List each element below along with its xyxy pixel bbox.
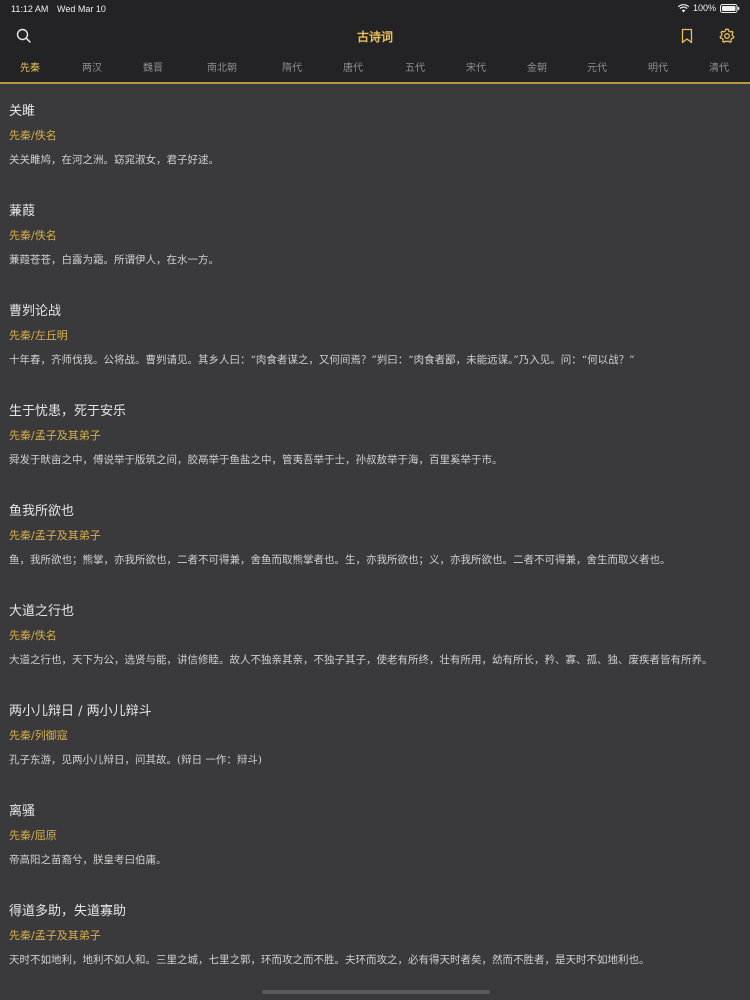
poem-item[interactable]: 关雎 先秦/佚名 关关雎鸠，在河之洲。窈窕淑女，君子好逑。 [0, 84, 750, 184]
poem-excerpt: 鱼，我所欲也；熊掌，亦我所欲也，二者不可得兼，舍鱼而取熊掌者也。生，亦我所欲也；… [9, 554, 671, 566]
poem-item[interactable]: 得道多助，失道寡助 先秦/孟子及其弟子 天时不如地利，地利不如人和。三里之城，七… [0, 884, 750, 984]
poem-title: 关雎 [9, 104, 36, 119]
battery-icon [720, 3, 740, 13]
tab-nanbeichao[interactable]: 南北朝 [207, 56, 237, 82]
tab-weijin[interactable]: 魏晋 [143, 56, 163, 82]
poem-excerpt: 孔子东游，见两小儿辩日，问其故。(辩日 一作：辩斗) [9, 754, 263, 766]
poem-item[interactable]: 蒹葭 先秦/佚名 蒹葭苍苍，白露为霜。所谓伊人，在水一方。 [0, 184, 750, 284]
poem-author: 先秦/佚名 [9, 229, 57, 242]
poem-author: 先秦/孟子及其弟子 [9, 529, 101, 542]
tab-jinchao[interactable]: 金朝 [527, 56, 547, 82]
poem-author: 先秦/孟子及其弟子 [9, 429, 101, 442]
poem-title: 曹刿论战 [9, 304, 62, 319]
tab-xianqin[interactable]: 先秦 [20, 56, 40, 82]
poem-title: 生于忧患，死于安乐 [9, 404, 127, 419]
poem-title: 得道多助，失道寡助 [9, 904, 127, 919]
poem-author: 先秦/佚名 [9, 629, 57, 642]
poem-item[interactable]: 曹刿论战 先秦/左丘明 十年春，齐师伐我。公将战。曹刿请见。其乡人曰：“肉食者谋… [0, 284, 750, 384]
poem-item[interactable]: 离骚 先秦/屈原 帝高阳之苗裔兮，朕皇考曰伯庸。 [0, 784, 750, 884]
wifi-icon [677, 3, 689, 13]
tab-songdai[interactable]: 宋代 [466, 56, 486, 82]
header-area: 11:12 AM Wed Mar 10 100% 古诗词 先秦 两汉 魏晋 南北… [0, 0, 750, 84]
gear-icon[interactable] [718, 27, 736, 45]
poem-excerpt: 舜发于畎亩之中，傅说举于版筑之间，胶鬲举于鱼盐之中，管夷吾举于士，孙叔敖举于海，… [9, 454, 503, 466]
tab-suidai[interactable]: 隋代 [282, 56, 302, 82]
status-right: 100% [677, 3, 740, 13]
poem-author: 先秦/佚名 [9, 129, 57, 142]
poem-item[interactable]: 鱼我所欲也 先秦/孟子及其弟子 鱼，我所欲也；熊掌，亦我所欲也，二者不可得兼，舍… [0, 484, 750, 584]
poem-excerpt: 十年春，齐师伐我。公将战。曹刿请见。其乡人曰：“肉食者谋之，又何间焉？”刿曰：“… [9, 354, 635, 366]
bookmark-icon[interactable] [678, 27, 696, 45]
tab-wudai[interactable]: 五代 [405, 56, 425, 82]
poem-author: 先秦/孟子及其弟子 [9, 929, 101, 942]
poem-excerpt: 关关雎鸠，在河之洲。窈窕淑女，君子好逑。 [9, 154, 219, 166]
app-screen: 11:12 AM Wed Mar 10 100% 古诗词 先秦 两汉 魏晋 南北… [0, 0, 750, 1000]
app-title: 古诗词 [356, 30, 393, 44]
navigation-bar: 古诗词 [0, 20, 750, 54]
tab-tangdai[interactable]: 唐代 [343, 56, 363, 82]
tab-lianghan[interactable]: 两汉 [82, 56, 102, 82]
tab-mingdai[interactable]: 明代 [648, 56, 668, 82]
poem-author: 先秦/列御寇 [9, 729, 68, 742]
poem-excerpt: 天时不如地利，地利不如人和。三里之城，七里之郭，环而攻之而不胜。夫环而攻之，必有… [9, 954, 650, 966]
poem-title: 大道之行也 [9, 604, 75, 619]
poem-item[interactable]: 生于忧患，死于安乐 先秦/孟子及其弟子 舜发于畎亩之中，傅说举于版筑之间，胶鬲举… [0, 384, 750, 484]
poem-list: 关雎 先秦/佚名 关关雎鸠，在河之洲。窈窕淑女，君子好逑。 蒹葭 先秦/佚名 蒹… [0, 84, 750, 1000]
status-date: Wed Mar 10 [57, 4, 106, 14]
poem-item[interactable]: 大道之行也 先秦/佚名 大道之行也，天下为公，选贤与能，讲信修睦。故人不独亲其亲… [0, 584, 750, 684]
poem-author: 先秦/屈原 [9, 829, 57, 842]
poem-item[interactable]: 两小儿辩日 / 两小儿辩斗 先秦/列御寇 孔子东游，见两小儿辩日，问其故。(辩日… [0, 684, 750, 784]
home-indicator[interactable] [262, 990, 490, 994]
poem-title: 两小儿辩日 / 两小儿辩斗 [9, 704, 152, 719]
poem-title: 蒹葭 [9, 204, 36, 219]
poem-excerpt: 帝高阳之苗裔兮，朕皇考曰伯庸。 [9, 854, 167, 866]
battery-percent: 100% [692, 3, 716, 13]
dynasty-tabs: 先秦 两汉 魏晋 南北朝 隋代 唐代 五代 宋代 金朝 元代 明代 清代 [0, 56, 750, 82]
poem-excerpt: 大道之行也，天下为公，选贤与能，讲信修睦。故人不独亲其亲，不独子其子，使老有所终… [9, 654, 713, 666]
tab-qingdai[interactable]: 清代 [709, 56, 729, 82]
status-time: 11:12 AM [11, 4, 49, 14]
status-bar: 11:12 AM Wed Mar 10 100% [0, 0, 750, 20]
poem-title: 离骚 [9, 804, 36, 819]
tab-yuandai[interactable]: 元代 [587, 56, 607, 82]
poem-title: 鱼我所欲也 [9, 504, 75, 519]
poem-excerpt: 蒹葭苍苍，白露为霜。所谓伊人，在水一方。 [9, 254, 219, 266]
poem-author: 先秦/左丘明 [9, 329, 68, 342]
